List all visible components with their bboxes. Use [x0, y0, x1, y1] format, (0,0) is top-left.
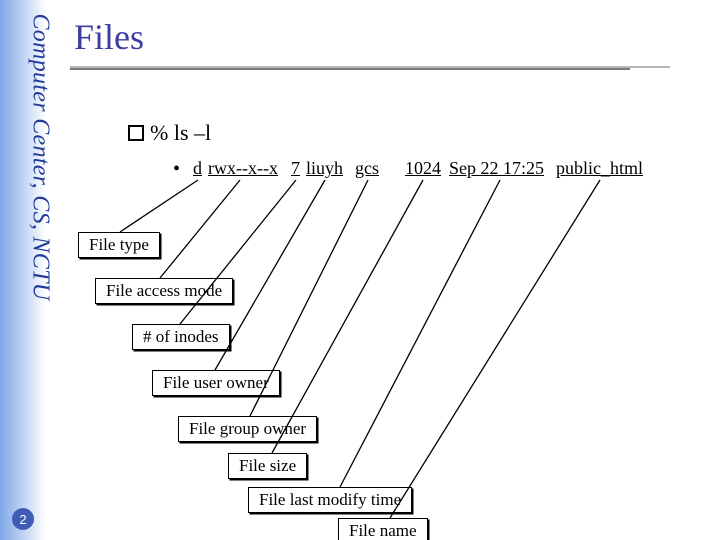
output-group: gcs [355, 158, 379, 179]
label-file-type: File type [78, 232, 160, 258]
slide-number: 2 [19, 512, 26, 527]
output-size: 1024 [405, 158, 441, 179]
connector-lines [0, 0, 720, 540]
label-mtime: File last modify time [248, 487, 412, 513]
command-text: % ls –l [150, 120, 211, 146]
label-inodes: # of inodes [132, 324, 230, 350]
line-name [390, 180, 600, 518]
dot-bullet-icon: • [173, 158, 180, 181]
title-underline-inner [70, 68, 630, 70]
line-user-owner [215, 180, 325, 370]
slide-number-badge: 2 [12, 508, 34, 530]
output-perm: rwx--x--x [208, 158, 278, 179]
label-access-mode: File access mode [95, 278, 233, 304]
output-name: public_html [556, 158, 643, 179]
square-bullet-icon [128, 125, 144, 141]
line-size [272, 180, 423, 453]
label-user-owner: File user owner [152, 370, 280, 396]
line-access-mode [160, 180, 240, 278]
output-date: Sep 22 17:25 [449, 158, 544, 179]
label-group-owner: File group owner [178, 416, 317, 442]
output-user: liuyh [306, 158, 343, 179]
output-inodes: 7 [291, 158, 300, 179]
label-name: File name [338, 518, 428, 540]
sidebar-org-text: Computer Center, CS, NCTU [27, 14, 54, 334]
line-file-type [120, 180, 198, 232]
page-title: Files [74, 16, 144, 58]
line-mtime [340, 180, 500, 487]
label-size: File size [228, 453, 307, 479]
output-d: d [193, 158, 202, 179]
